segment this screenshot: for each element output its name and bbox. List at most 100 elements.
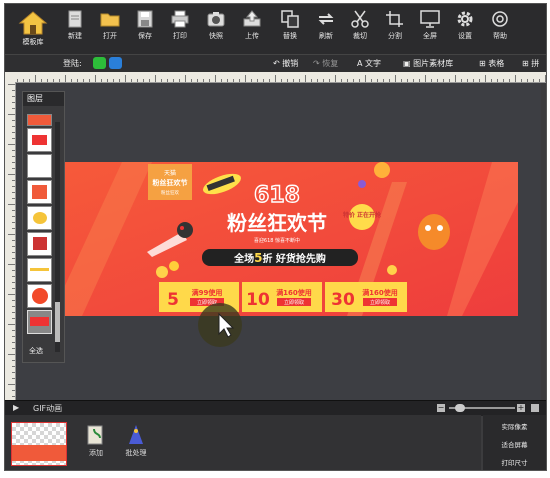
coupon-2-btn: 立即领取	[284, 299, 304, 306]
qq-login-icon[interactable]	[109, 57, 122, 69]
print-size-button[interactable]: 打印尺寸	[483, 457, 546, 467]
upload-button[interactable]: 上传	[237, 10, 267, 40]
coupon-3[interactable]: 30 满160使用 立即领取	[325, 282, 407, 312]
brand-sub-text: 粉丝狂欢	[161, 189, 179, 196]
split-icon	[386, 11, 403, 27]
layer-thumb-1[interactable]	[27, 114, 52, 126]
gif-label: GIF动画	[33, 404, 63, 413]
vertical-ruler	[5, 82, 16, 402]
undo-label: 撤销	[282, 59, 299, 68]
gear-icon	[457, 11, 473, 27]
scissors-icon	[351, 10, 369, 28]
undo-button[interactable]: ↶ 撤销	[273, 58, 298, 69]
table-label: 表格	[488, 59, 505, 68]
print-button[interactable]: 打印	[165, 10, 195, 40]
open-button[interactable]: 打开	[95, 10, 125, 40]
fullscreen-button[interactable]: 全屏	[415, 10, 445, 40]
new-button[interactable]: 新建	[60, 10, 90, 40]
frame-thumbnail-1[interactable]	[11, 422, 67, 466]
layer-thumb-7[interactable]	[27, 258, 52, 282]
save-button[interactable]: 保存	[130, 10, 160, 40]
new-label: 新建	[68, 32, 82, 40]
collage-label: 拼	[531, 59, 540, 68]
coupon-3-cond: 满160使用	[362, 288, 398, 297]
banner-image[interactable]: 天猫 粉丝狂欢节 粉丝狂欢 618 粉丝狂欢节 喜迎618 惊喜不断中 全场5折…	[62, 162, 518, 316]
layers-scrollbar[interactable]	[55, 122, 60, 352]
template-library-label: 模板库	[22, 38, 44, 46]
collage-button[interactable]: ⊞ 拼	[522, 58, 539, 69]
promo-number: 5	[254, 251, 262, 265]
app-window: 模板库 新建 打开 保存 打印 快照 上传 替换 刷新 裁切 分割 全屏 设置 …	[4, 3, 547, 471]
sub-toolbar: 登陆: ↶ 撤销 ↷ 恢复 A 文字 ▣ 图片素材库 ⊞ 表格 ⊞ 拼	[5, 54, 546, 73]
banner-headline: 粉丝狂欢节	[227, 211, 327, 235]
layer-thumb-8[interactable]	[27, 284, 52, 308]
help-button[interactable]: 帮助	[485, 10, 515, 40]
add-frame-icon	[87, 425, 103, 445]
open-folder-icon	[100, 13, 120, 27]
add-frame-label: 添加	[89, 449, 103, 457]
zoom-fit-button[interactable]	[531, 404, 539, 412]
zoom-slider-handle[interactable]	[455, 404, 465, 412]
replace-icon	[281, 10, 299, 28]
coupon-2[interactable]: 10 满160使用 立即领取	[242, 282, 322, 312]
replace-label: 替换	[283, 32, 297, 40]
help-label: 帮助	[493, 32, 507, 40]
actual-pixels-button[interactable]: 实际像素	[483, 421, 546, 431]
refresh-label: 刷新	[319, 32, 333, 40]
text-button[interactable]: A 文字	[357, 58, 381, 69]
view-options-panel: 实际像素 适合屏幕 打印尺寸	[483, 415, 546, 470]
text-label: 文字	[365, 59, 382, 68]
split-button[interactable]: 分割	[380, 10, 410, 40]
settings-button[interactable]: 设置	[450, 10, 480, 40]
template-library-button[interactable]: 模板库	[13, 10, 53, 47]
replace-button[interactable]: 替换	[275, 10, 305, 40]
promo-text: 全场5折 好货抢先购	[233, 251, 326, 265]
badge-text: 特价 正在开抢	[343, 211, 382, 219]
home-icon	[18, 11, 48, 35]
layers-title: 图层	[23, 92, 64, 106]
snapshot-button[interactable]: 快照	[201, 10, 231, 40]
print-label: 打印	[173, 32, 187, 40]
print-icon	[171, 10, 189, 28]
gif-animation-bar: ▶ GIF动画 − +	[5, 400, 546, 416]
settings-label: 设置	[458, 32, 472, 40]
cut-button[interactable]: 裁切	[345, 10, 375, 40]
layer-thumb-6[interactable]	[27, 232, 52, 256]
cut-label: 裁切	[353, 32, 367, 40]
help-icon	[492, 11, 508, 27]
image-library-button[interactable]: ▣ 图片素材库	[403, 58, 453, 69]
layer-thumb-9-selected[interactable]	[27, 310, 52, 334]
frames-panel: 添加 批处理	[5, 415, 481, 470]
table-button[interactable]: ⊞ 表格	[479, 58, 504, 69]
image-library-label: 图片素材库	[413, 59, 454, 68]
select-all-button[interactable]: 全选	[29, 346, 43, 356]
batch-process-label: 批处理	[125, 449, 147, 457]
play-icon[interactable]: ▶	[13, 403, 19, 412]
layer-thumb-5[interactable]	[27, 206, 52, 230]
promo-suffix: 折 好货抢先购	[262, 252, 325, 265]
monitor-icon	[420, 10, 440, 28]
zoom-in-button[interactable]: +	[517, 404, 525, 412]
fit-screen-button[interactable]: 适合屏幕	[483, 439, 546, 449]
batch-process-button[interactable]: 批处理	[119, 424, 153, 458]
coupon-1-cond: 满99使用	[192, 288, 223, 297]
redo-button[interactable]: ↷ 恢复	[313, 58, 338, 69]
coupon-1-amount: 5	[167, 290, 179, 310]
banner-618-text: 618	[254, 183, 300, 208]
layer-thumb-2[interactable]	[27, 128, 52, 152]
refresh-button[interactable]: 刷新	[311, 10, 341, 40]
banner-subline: 喜迎618 惊喜不断中	[254, 237, 300, 244]
mouse-cursor-icon	[198, 303, 242, 347]
coupon-3-amount: 30	[331, 290, 355, 310]
zoom-out-button[interactable]: −	[437, 404, 445, 412]
layer-thumb-3[interactable]	[27, 154, 52, 178]
coupon-2-amount: 10	[246, 290, 270, 310]
new-file-icon	[68, 10, 82, 28]
upload-icon	[243, 10, 261, 27]
wechat-login-icon[interactable]	[93, 57, 106, 69]
add-frame-button[interactable]: 添加	[79, 424, 113, 458]
brand-top-text: 天猫	[164, 169, 176, 177]
refresh-icon	[318, 13, 334, 25]
redo-label: 恢复	[322, 59, 339, 68]
layer-thumb-4[interactable]	[27, 180, 52, 204]
